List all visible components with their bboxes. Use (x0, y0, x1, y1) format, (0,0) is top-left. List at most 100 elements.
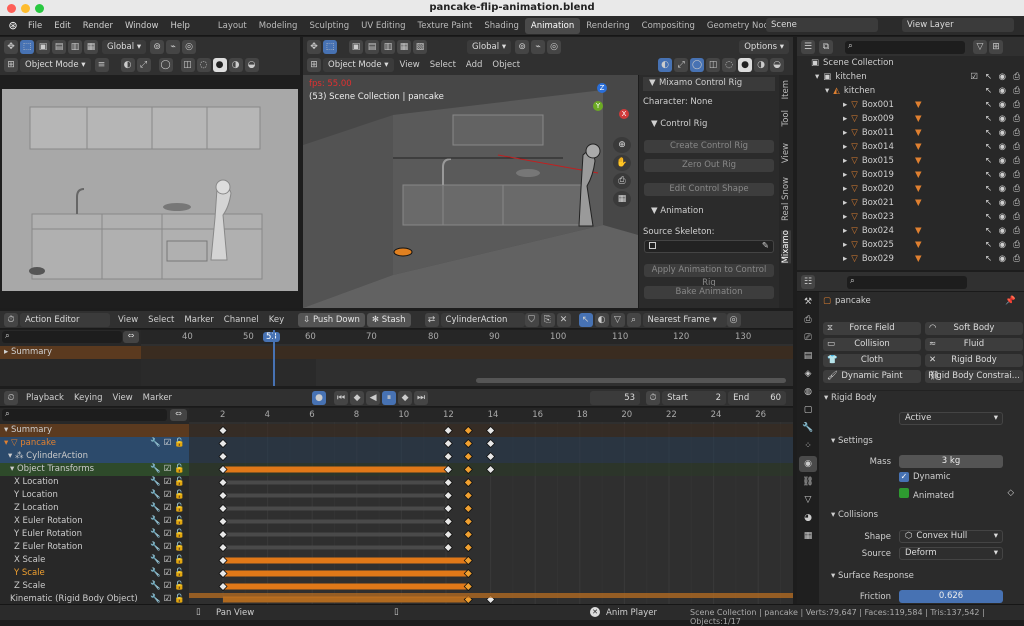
wrench-icon[interactable]: 🔧 (150, 503, 161, 513)
select-extend-icon[interactable]: ▤ (365, 40, 379, 54)
particles-icon[interactable]: ⁘ (799, 438, 817, 454)
eye-icon[interactable]: ◉ (999, 168, 1006, 182)
keyframe[interactable] (218, 490, 228, 501)
lock-icon[interactable]: 🔓 (174, 438, 185, 448)
wrench-icon[interactable]: 🔧 (150, 516, 161, 526)
keyframe[interactable] (463, 542, 473, 553)
mixamo-panel-header[interactable]: ▼ Mixamo Control Rig (643, 77, 775, 91)
workspace-tab-rendering[interactable]: Rendering (580, 18, 635, 34)
rigid-body-type-select[interactable]: Active ▾ (899, 412, 1003, 425)
eye-icon[interactable]: ◉ (999, 238, 1006, 252)
apply-animation-button[interactable]: Apply Animation to Control Rig (644, 264, 774, 288)
menu-file[interactable]: File (28, 21, 42, 31)
viewport-menu-object[interactable]: Object (492, 60, 520, 70)
lock-icon[interactable]: 🔓 (174, 503, 185, 513)
channel-row-z-location[interactable]: Z Location 🔧 ☑ 🔓 (0, 502, 189, 515)
keyframe[interactable] (218, 516, 228, 527)
pin-icon[interactable]: 📌 (1005, 296, 1016, 306)
move-icon[interactable]: ✥ (4, 40, 18, 54)
play-back-icon[interactable]: ◀ (366, 391, 381, 405)
shading-solid-icon[interactable]: ● (212, 58, 227, 72)
outliner-item-box011[interactable]: ▸ ▽ Box011 ▼ ↖ ◉ ⎙ (797, 126, 1024, 140)
checkbox-icon[interactable]: ☑ (164, 568, 172, 578)
select-intersect-icon[interactable]: ▧ (413, 40, 427, 54)
xray-icon[interactable]: ◫ (180, 58, 195, 72)
keyframe[interactable] (443, 490, 453, 501)
source-select[interactable]: Deform ▾ (899, 547, 1003, 560)
select-arrow-icon[interactable]: ↖ (985, 70, 992, 84)
clock-icon[interactable]: ⏱ (646, 391, 661, 405)
pan-hand-icon[interactable]: ✋ (613, 155, 631, 171)
shape-select[interactable]: ⬡ Convex Hull ▾ (899, 530, 1003, 543)
navigation-gizmo[interactable]: Z Y X (593, 83, 633, 133)
editor-type-icon[interactable]: ⊞ (307, 58, 321, 72)
lock-icon[interactable]: 🔓 (174, 529, 185, 539)
physics-icon[interactable]: ◉ (799, 456, 817, 472)
hold-bar[interactable] (223, 570, 469, 577)
transform-orientation-main[interactable]: Global ▾ (467, 40, 512, 54)
checkbox-icon[interactable]: ☑ (164, 555, 172, 565)
expand-arrow-icon[interactable]: ▸ (843, 112, 847, 126)
action-name-field[interactable]: CylinderAction (440, 313, 525, 327)
wrench-icon[interactable]: 🔧 (150, 594, 161, 604)
select-arrow-icon[interactable]: ↖ (985, 196, 992, 210)
outliner-item-box019[interactable]: ▸ ▽ Box019 ▼ ↖ ◉ ⎙ (797, 168, 1024, 182)
lock-icon[interactable]: 🔓 (174, 464, 185, 474)
eye-icon[interactable]: ◉ (999, 252, 1006, 266)
stash-button[interactable]: ✻ Stash (366, 313, 411, 327)
animated-row[interactable]: Animated (899, 488, 954, 501)
eye-icon[interactable]: ◉ (999, 84, 1006, 98)
action-menu-key[interactable]: Key (269, 315, 284, 325)
rigid-body-panel[interactable]: ▾ Rigid Body (819, 390, 1024, 404)
shading-render-icon[interactable]: ◒ (770, 58, 785, 72)
shading-render-icon[interactable]: ◒ (244, 58, 259, 72)
outliner-item-box021[interactable]: ▸ ▽ Box021 ▼ ↖ ◉ ⎙ (797, 196, 1024, 210)
expand-arrow-icon[interactable]: ▸ (843, 238, 847, 252)
end-frame-field[interactable]: End 60 (728, 391, 787, 405)
gizmo-y-axis[interactable]: Y (593, 101, 603, 111)
gizmo-z-axis[interactable]: Z (597, 83, 607, 93)
move-icon[interactable]: ✥ (307, 40, 321, 54)
scene-selector[interactable]: Scene (766, 18, 878, 32)
viewport-menu-view[interactable]: View (400, 60, 420, 70)
bake-animation-button[interactable]: Bake Animation (644, 286, 774, 299)
pivot-icon[interactable]: ⊚ (515, 40, 530, 54)
outliner-item-box020[interactable]: ▸ ▽ Box020 ▼ ↖ ◉ ⎙ (797, 182, 1024, 196)
action-menu-channel[interactable]: Channel (224, 315, 259, 325)
search-filter-icon[interactable]: ⌕ (626, 313, 641, 327)
edit-control-shape-button[interactable]: Edit Control Shape (644, 183, 774, 196)
gizmo-icon[interactable]: ⤢ (674, 58, 689, 72)
sidebar-tab-tool[interactable]: Tool (781, 110, 791, 127)
select-arrow-icon[interactable]: ↖ (985, 238, 992, 252)
eye-icon[interactable]: ◉ (999, 224, 1006, 238)
outliner-item-box015[interactable]: ▸ ▽ Box015 ▼ ↖ ◉ ⎙ (797, 154, 1024, 168)
outliner-item-box009[interactable]: ▸ ▽ Box009 ▼ ↖ ◉ ⎙ (797, 112, 1024, 126)
camera-icon[interactable]: ⎙ (1013, 98, 1020, 112)
animated-checkbox[interactable] (899, 488, 909, 498)
overlay-icon[interactable]: ◯ (690, 58, 705, 72)
keyframe[interactable] (463, 490, 473, 501)
outliner-item-box029[interactable]: ▸ ▽ Box029 ▼ ↖ ◉ ⎙ (797, 252, 1024, 266)
eye-icon[interactable]: ◉ (999, 98, 1006, 112)
channel-row-x-euler-rotation[interactable]: X Euler Rotation 🔧 ☑ 🔓 (0, 515, 189, 528)
channel-row-z-scale[interactable]: Z Scale 🔧 ☑ 🔓 (0, 580, 189, 593)
camera-icon[interactable]: ⎙ (1013, 224, 1020, 238)
fake-user-icon[interactable]: ⛉ (524, 313, 539, 327)
channel-row-y-euler-rotation[interactable]: Y Euler Rotation 🔧 ☑ 🔓 (0, 528, 189, 541)
outliner-kitchen-collection[interactable]: ▾ ▣ kitchen ☑ ↖ ◉ ⎙ (797, 70, 1024, 84)
mode-selector-left[interactable]: Object Mode ▾ (20, 58, 91, 72)
checkbox-icon[interactable]: ☑ (164, 438, 172, 448)
checkbox-icon[interactable]: ☑ (164, 464, 172, 474)
menu-render[interactable]: Render (83, 21, 113, 31)
camera-icon[interactable]: ⎙ (1013, 126, 1020, 140)
select-arrow-icon[interactable]: ↖ (985, 98, 992, 112)
modifier-icon[interactable]: 🔧 (799, 420, 817, 436)
select-extend-icon[interactable]: ▤ (52, 40, 66, 54)
checkbox-icon[interactable]: ☑ (164, 516, 172, 526)
transform-orientation-left[interactable]: Global ▾ (102, 40, 147, 54)
cancel-icon[interactable]: ✕ (590, 607, 600, 617)
physics-btn-rigid-body[interactable]: ✕ Rigid Body (925, 354, 1023, 367)
checkbox-icon[interactable]: ☑ (164, 477, 172, 487)
lock-icon[interactable]: 🔓 (174, 594, 185, 604)
lock-icon[interactable]: 🔓 (174, 568, 185, 578)
